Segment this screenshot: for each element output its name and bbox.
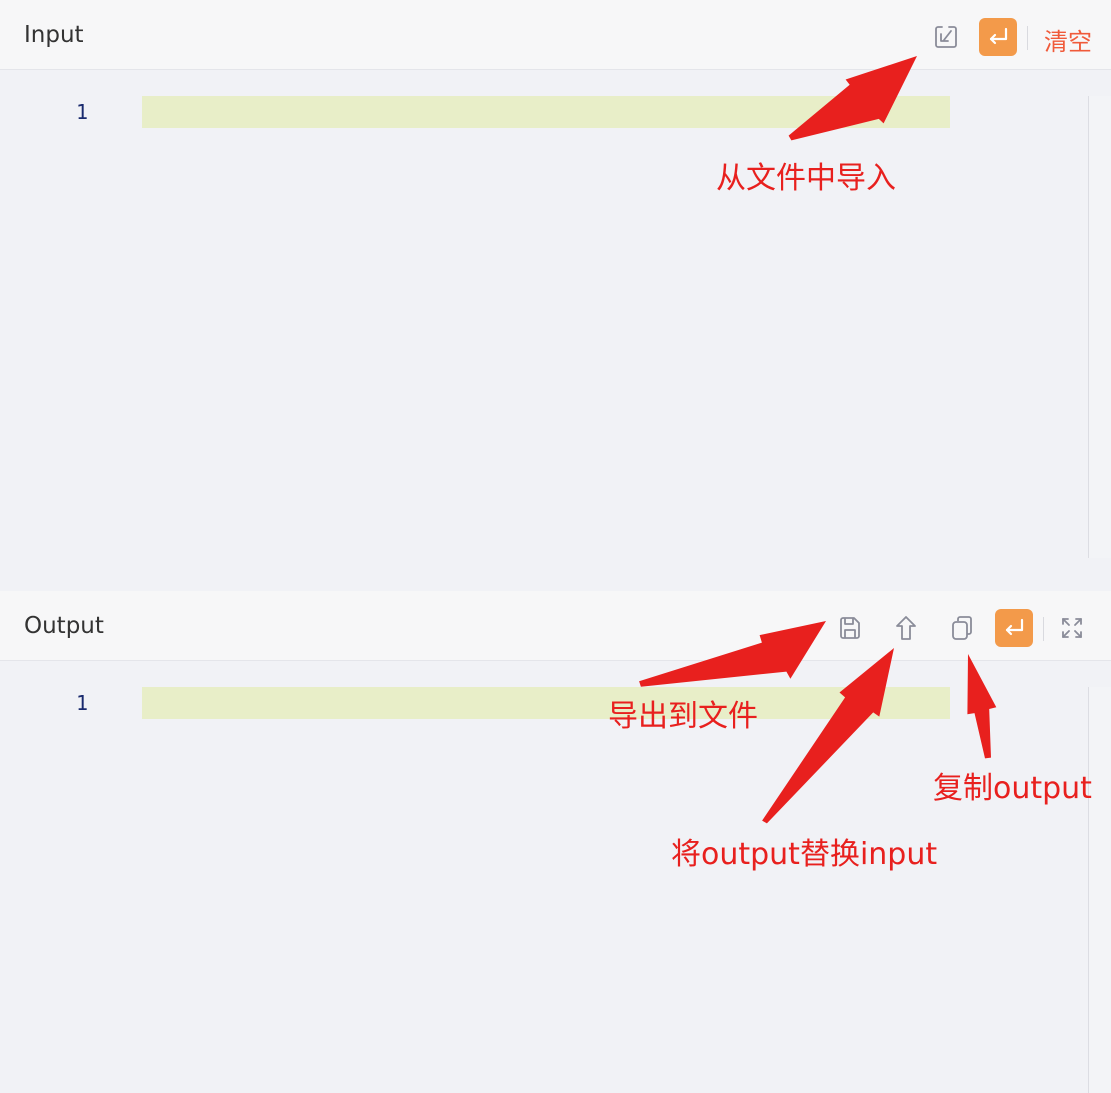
export-file-button[interactable]	[831, 609, 869, 647]
fullscreen-button[interactable]	[1053, 609, 1091, 647]
input-panel-title: Input	[24, 22, 84, 48]
input-editor[interactable]: 1	[0, 70, 1111, 590]
replace-input-button[interactable]	[887, 609, 925, 647]
annotation-copy: 复制output	[933, 771, 1092, 806]
output-panel-title: Output	[24, 613, 104, 639]
import-file-button[interactable]	[927, 18, 965, 56]
wrap-return-icon	[1005, 618, 1024, 636]
annotation-export: 导出到文件	[608, 699, 758, 734]
input-scrollbar[interactable]	[1088, 96, 1111, 558]
input-wrap-toggle[interactable]	[979, 18, 1017, 56]
arrow-up-icon	[896, 616, 916, 640]
line-number: 1	[76, 691, 89, 715]
input-toolbar-separator	[1027, 26, 1028, 50]
annotation-import: 从文件中导入	[716, 161, 896, 196]
output-editor[interactable]: 1	[0, 661, 1111, 1093]
output-scrollbar[interactable]	[1088, 687, 1111, 1093]
output-toolbar-separator	[1043, 617, 1044, 641]
save-floppy-icon	[840, 617, 860, 639]
fullscreen-expand-icon	[1062, 618, 1082, 638]
copy-icon	[952, 616, 972, 640]
input-panel-header: Input 清空	[0, 0, 1111, 70]
output-panel: Output 1	[0, 591, 1111, 1093]
active-line-highlight	[142, 687, 950, 719]
wrap-return-icon	[989, 27, 1008, 45]
copy-output-button[interactable]	[943, 609, 981, 647]
annotation-replace: 将output替换input	[671, 837, 938, 872]
import-file-icon	[935, 26, 957, 48]
line-number: 1	[76, 100, 89, 124]
output-panel-header: Output	[0, 591, 1111, 661]
clear-button[interactable]: 清空	[1044, 22, 1092, 57]
active-line-highlight	[142, 96, 950, 128]
input-panel: Input 清空 1	[0, 0, 1111, 590]
output-wrap-toggle[interactable]	[995, 609, 1033, 647]
